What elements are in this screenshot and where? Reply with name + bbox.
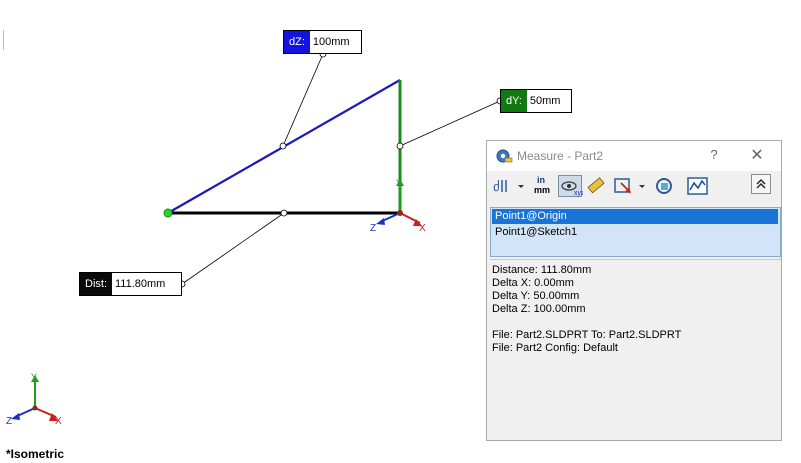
- result-file-from: File: Part2.SLDPRT To: Part2.SLDPRT: [492, 329, 682, 341]
- origin-x-label: X: [419, 223, 426, 234]
- measure-titlebar[interactable]: Measure - Part2 ? ✕: [487, 141, 781, 171]
- measure-results: Distance: 111.80mm Delta X: 0.00mm Delta…: [490, 259, 781, 442]
- result-delta-y: Delta Y: 50.00mm: [492, 290, 580, 302]
- measure-tape-icon: [495, 148, 513, 169]
- dist-callout[interactable]: Dist: 111.80mm: [79, 272, 182, 296]
- dz-callout-value: 100mm: [312, 36, 350, 48]
- dist-leader: [181, 212, 285, 285]
- dist-callout-tag: Dist:: [80, 273, 112, 295]
- result-delta-z: Delta Z: 100.00mm: [492, 303, 586, 315]
- sensor-graph-icon: [687, 177, 708, 195]
- arc-circle-measure-button[interactable]: ძ: [491, 175, 515, 197]
- origin-z-label: Z: [370, 223, 376, 234]
- corner-x-label: X: [55, 416, 62, 427]
- xyz-measure-toggle[interactable]: xyz: [558, 175, 583, 197]
- dz-leader: [282, 53, 324, 147]
- selection-item[interactable]: Point1@Sketch1: [492, 225, 778, 240]
- origin-y-label: Y: [396, 178, 402, 188]
- dz-midpoint: [279, 142, 287, 150]
- view-orientation-label: *Isometric: [6, 447, 65, 461]
- dist-midpoint: [280, 209, 288, 217]
- dy-callout-tag: dY:: [501, 90, 527, 112]
- measure-toolbar: ძ in mm xyz: [487, 171, 781, 201]
- measure-dialog: Measure - Part2 ? ✕ ძ in mm xyz Point1@O…: [486, 140, 782, 441]
- projection-options-dropdown[interactable]: [637, 175, 647, 197]
- ruler-icon: [587, 177, 605, 194]
- result-file-config: File: Part2 Config: Default: [492, 342, 618, 354]
- help-button[interactable]: ?: [707, 147, 721, 162]
- dy-callout[interactable]: dY: 50mm: [500, 89, 572, 113]
- arc-circle-icon: ძ: [493, 179, 507, 194]
- xyz-measure-icon: xyz: [561, 181, 583, 197]
- dz-callout-tag: dZ:: [284, 31, 310, 53]
- selection-list[interactable]: Point1@Origin Point1@Sketch1: [490, 207, 781, 257]
- dy-leader: [399, 100, 501, 147]
- svg-text:ძ: ძ: [493, 179, 500, 194]
- chevron-down-icon: [639, 185, 645, 188]
- chevron-up-double-icon: [756, 179, 766, 189]
- chevron-down-icon: [518, 185, 524, 188]
- point-to-point-button[interactable]: [585, 175, 609, 197]
- collapse-button[interactable]: [751, 174, 771, 194]
- projection-icon: [614, 178, 631, 193]
- dy-callout-value: 50mm: [529, 95, 561, 107]
- dy-midpoint: [396, 142, 404, 150]
- corner-z-label: Z: [6, 416, 12, 427]
- units-in-label: in: [537, 175, 545, 185]
- arc-options-dropdown[interactable]: [516, 175, 526, 197]
- dist-callout-value: 111.80mm: [115, 278, 166, 290]
- units-mm-label: mm: [534, 185, 551, 195]
- corner-y-label: Y: [31, 372, 37, 382]
- result-spacer: [492, 316, 781, 329]
- close-button[interactable]: ✕: [749, 145, 765, 165]
- selection-item[interactable]: Point1@Origin: [492, 209, 778, 224]
- measure-history-button[interactable]: [653, 175, 677, 197]
- projected-on-button[interactable]: [612, 175, 636, 197]
- svg-text:xyz: xyz: [574, 190, 583, 197]
- dz-callout[interactable]: dZ: 100mm: [283, 30, 362, 54]
- units-precision-button[interactable]: in mm: [531, 175, 555, 197]
- result-delta-x: Delta X: 0.00mm: [492, 277, 574, 289]
- sketch-point[interactable]: [163, 208, 173, 218]
- history-icon: [656, 178, 672, 194]
- measure-title: Measure - Part2: [517, 149, 604, 163]
- result-distance: Distance: 111.80mm: [492, 264, 592, 276]
- create-sensor-button[interactable]: [686, 175, 710, 197]
